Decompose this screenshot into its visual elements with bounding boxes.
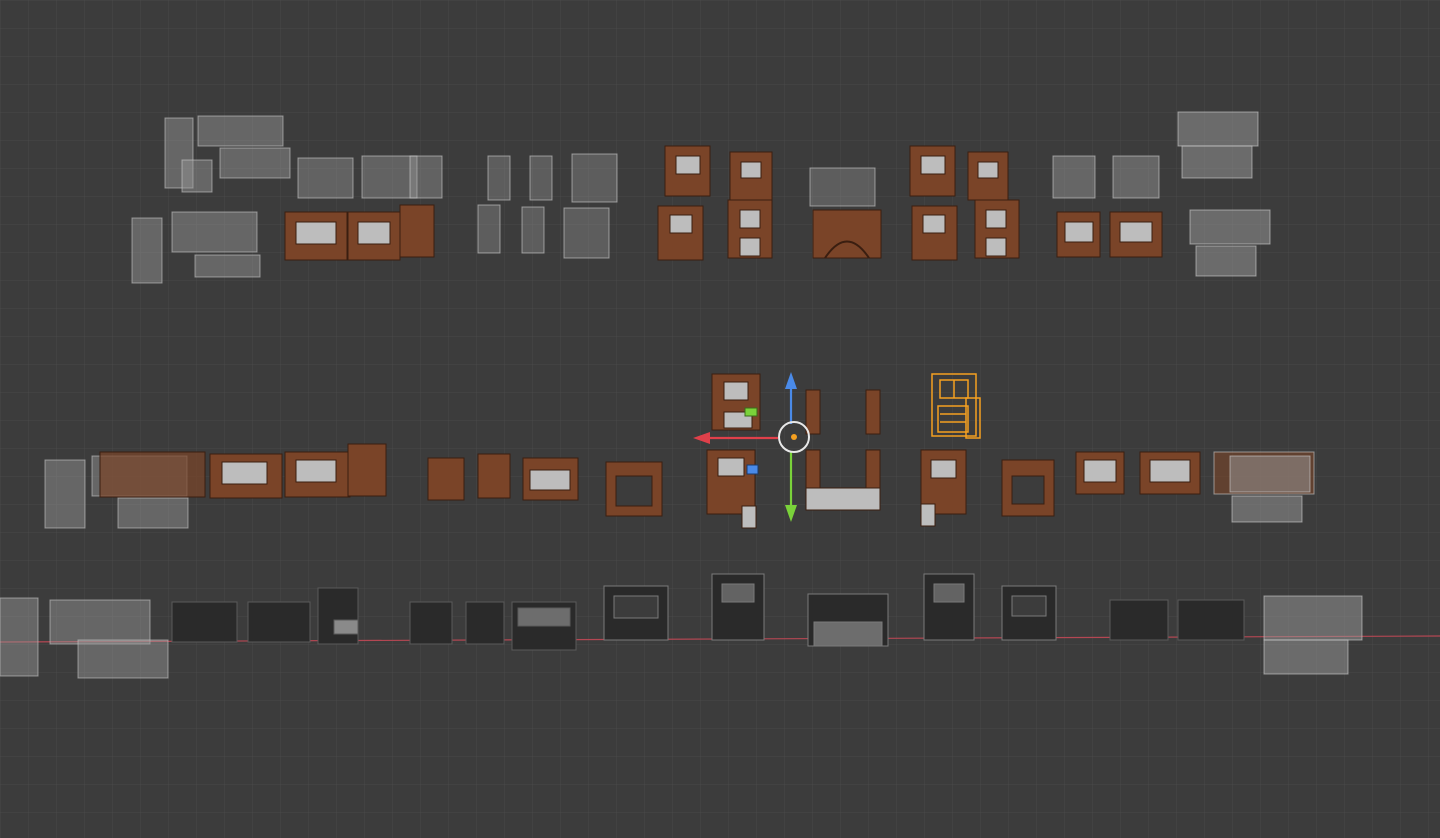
plane-yz-handle-icon[interactable] <box>746 464 759 475</box>
ghost-window-1[interactable] <box>297 155 443 199</box>
ghost-panel-group-2[interactable] <box>477 204 610 259</box>
ghost-wall-right-4[interactable] <box>1263 595 1363 675</box>
dark-gate-1[interactable] <box>807 593 889 647</box>
wood-arch-1[interactable] <box>812 209 882 259</box>
ghost-window-2[interactable] <box>809 167 876 207</box>
wood-door-5[interactable] <box>605 461 663 517</box>
plane-xy-handle-icon[interactable] <box>744 407 758 417</box>
wood-door-6[interactable] <box>706 373 761 529</box>
ghost-wall-right[interactable] <box>1177 111 1259 179</box>
dark-railing-1[interactable] <box>511 601 577 651</box>
ghost-panel-group[interactable] <box>487 153 618 203</box>
viewport-canvas[interactable] <box>0 0 1440 838</box>
3d-viewport[interactable] <box>0 0 1440 838</box>
wood-window-2[interactable] <box>1056 211 1163 258</box>
wood-railing-1[interactable] <box>522 457 579 501</box>
ghost-wall-large-4[interactable] <box>0 597 169 679</box>
wood-window-1[interactable] <box>284 204 435 261</box>
ghost-wall-large-2[interactable] <box>131 211 261 284</box>
